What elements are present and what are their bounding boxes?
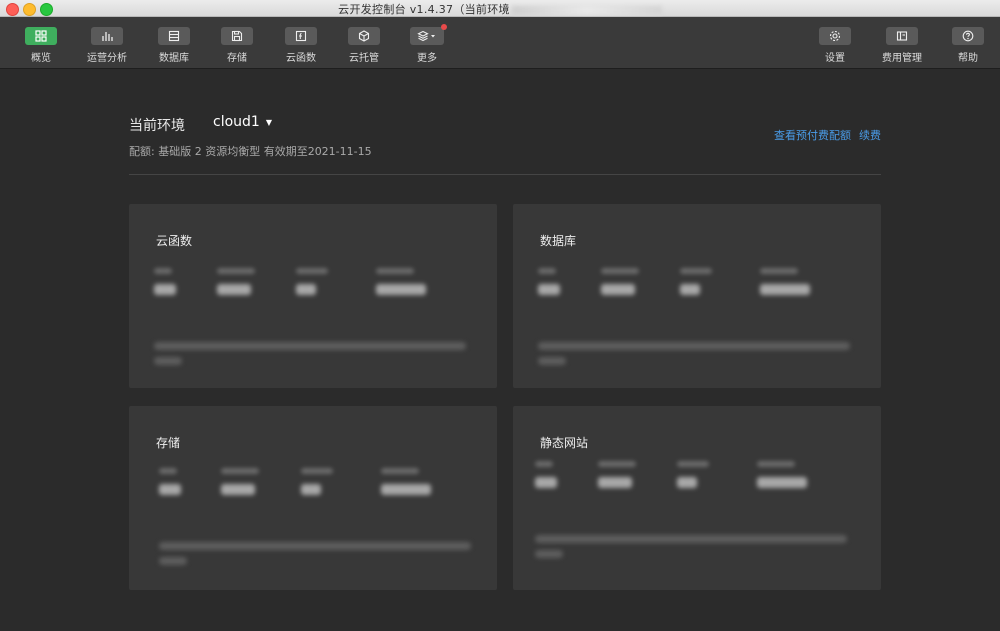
help-label: 帮助: [958, 53, 978, 64]
recent-item: [538, 342, 850, 350]
help-button[interactable]: 帮助: [946, 27, 990, 64]
card-static-website[interactable]: 静态网站: [513, 406, 881, 590]
card-title: 存储: [156, 436, 181, 450]
stat-block: [601, 268, 641, 295]
quota-text: 配额: 基础版 2 资源均衡型 有效期至2021-11-15: [129, 145, 372, 158]
tab-storage[interactable]: 存储: [215, 27, 259, 64]
tab-more-label: 更多: [417, 53, 437, 64]
renew-link[interactable]: 续费: [859, 129, 881, 142]
env-label: 当前环境: [129, 118, 185, 134]
stat-block: [538, 268, 568, 295]
help-icon: [952, 27, 984, 45]
stat-block: [154, 268, 184, 295]
tab-analytics[interactable]: 运营分析: [85, 27, 129, 64]
tab-analytics-label: 运营分析: [87, 53, 127, 64]
settings-label: 设置: [825, 53, 845, 64]
recent-item: [159, 557, 187, 565]
stat-block: [296, 268, 336, 295]
recent-item: [154, 357, 182, 365]
recent-item: [159, 542, 471, 550]
card-title: 数据库: [540, 234, 577, 248]
stat-block: [760, 268, 820, 295]
view-prepaid-quota-link[interactable]: 查看预付费配额: [774, 129, 851, 142]
stat-block: [376, 268, 436, 295]
stat-block: [381, 468, 441, 495]
billing-label: 费用管理: [882, 53, 922, 64]
gear-icon: [819, 27, 851, 45]
billing-button[interactable]: 费用管理: [880, 27, 924, 64]
tab-storage-label: 存储: [227, 53, 247, 64]
tab-cloud-functions[interactable]: 云函数: [279, 27, 323, 64]
tab-overview-label: 概览: [31, 53, 51, 64]
stat-block: [301, 468, 341, 495]
tab-database[interactable]: 数据库: [152, 27, 196, 64]
env-value: cloud1: [213, 114, 260, 130]
tab-database-label: 数据库: [159, 53, 189, 64]
card-cloud-functions[interactable]: 云函数: [129, 204, 497, 388]
grid-icon: [25, 27, 57, 45]
card-storage[interactable]: 存储: [129, 406, 497, 590]
billing-icon: [886, 27, 918, 45]
stat-block: [598, 461, 638, 488]
stat-block: [217, 268, 257, 295]
cube-icon: [348, 27, 380, 45]
env-row: 当前环境 cloud1 ▼ 查看预付费配额 续费: [129, 114, 881, 142]
tab-cloud-functions-label: 云函数: [286, 53, 316, 64]
card-title: 云函数: [156, 234, 193, 248]
tab-overview[interactable]: 概览: [19, 27, 63, 64]
tab-more[interactable]: 更多: [405, 24, 449, 64]
bar-chart-icon: [91, 27, 123, 45]
recent-item: [535, 535, 847, 543]
layers-icon: [410, 24, 447, 45]
toolbar: 概览 运营分析 数据库 存储 云函数 云托管 更多 设置 费用管理 帮助: [0, 17, 1000, 69]
recent-item: [154, 342, 466, 350]
notification-badge: [441, 24, 447, 30]
settings-button[interactable]: 设置: [813, 27, 857, 64]
card-title: 静态网站: [540, 436, 589, 450]
function-icon: [285, 27, 317, 45]
stat-block: [757, 461, 817, 488]
window-title: 云开发控制台 v1.4.37（当前环境: [0, 1, 1000, 17]
quota-links: 查看预付费配额 续费: [766, 127, 881, 143]
env-selector[interactable]: cloud1 ▼: [213, 114, 272, 130]
storage-icon: [221, 27, 253, 45]
recent-item: [535, 550, 563, 558]
tab-cloud-hosting[interactable]: 云托管: [342, 27, 386, 64]
card-database[interactable]: 数据库: [513, 204, 881, 388]
caret-down-icon: ▼: [265, 117, 272, 127]
stat-block: [221, 468, 261, 495]
stat-block: [680, 268, 720, 295]
database-icon: [158, 27, 190, 45]
recent-item: [538, 357, 566, 365]
stat-block: [159, 468, 189, 495]
tab-cloud-hosting-label: 云托管: [349, 53, 379, 64]
stat-block: [535, 461, 565, 488]
divider: [129, 174, 881, 175]
window-titlebar: 云开发控制台 v1.4.37（当前环境: [0, 0, 1000, 17]
stat-block: [677, 461, 717, 488]
